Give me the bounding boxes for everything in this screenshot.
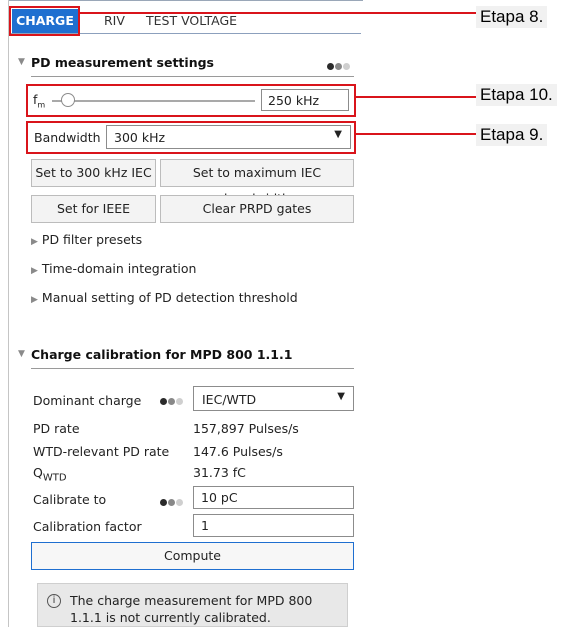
dominant-charge-dots-icon[interactable] — [160, 393, 184, 408]
section-title-pd-settings: PD measurement settings — [31, 55, 214, 70]
highlight-fm-row — [26, 84, 356, 117]
panel-left-border — [8, 0, 9, 627]
dominant-charge-select[interactable]: IEC/WTD ▼ — [193, 386, 354, 411]
section-divider — [31, 76, 354, 77]
highlight-bandwidth-row — [26, 121, 356, 154]
time-domain-integration-toggle[interactable]: ▶ Time-domain integration — [31, 261, 196, 276]
info-text-line2: 1.1.1 is not currently calibrated. — [70, 610, 271, 625]
highlight-tab-charge — [9, 6, 80, 36]
manual-threshold-toggle[interactable]: ▶ Manual setting of PD detection thresho… — [31, 290, 298, 305]
clear-prpd-gates-button[interactable]: Clear PRPD gates — [160, 195, 354, 223]
info-text-line1: The charge measurement for MPD 800 — [70, 593, 313, 608]
callout-line-etapa9 — [356, 133, 476, 135]
info-icon: i — [47, 594, 61, 608]
chevron-right-icon: ▶ — [31, 266, 38, 276]
dominant-charge-label: Dominant charge — [33, 393, 142, 408]
calibration-factor-label: Calibration factor — [33, 519, 142, 534]
pd-filter-presets-toggle[interactable]: ▶ PD filter presets — [31, 232, 142, 247]
calibration-info-box: i The charge measurement for MPD 800 1.1… — [37, 583, 348, 627]
calibrate-to-input[interactable]: 10 pC — [193, 486, 354, 509]
wtd-rate-value: 147.6 Pulses/s — [193, 444, 283, 459]
pd-settings-dots-icon[interactable] — [327, 58, 351, 73]
callout-etapa8: Etapa 8. — [476, 6, 548, 28]
chevron-right-icon: ▶ — [31, 237, 38, 247]
qwtd-value: 31.73 fC — [193, 465, 246, 480]
calibrate-to-label: Calibrate to — [33, 492, 107, 507]
section-divider — [31, 368, 354, 369]
callout-line-etapa10 — [356, 96, 476, 98]
qwtd-label: QWTD — [33, 465, 67, 484]
callout-etapa10: Etapa 10. — [476, 84, 557, 106]
set-for-ieee-button[interactable]: Set for IEEE — [31, 195, 156, 223]
calibration-factor-input[interactable]: 1 — [193, 514, 354, 537]
compute-button[interactable]: Compute — [31, 542, 354, 570]
section-collapse-icon[interactable]: ▼ — [18, 57, 25, 67]
set-max-iec-bandwidth-button[interactable]: Set to maximum IEC bandwidth — [160, 159, 354, 206]
calibrate-to-dots-icon[interactable] — [160, 494, 184, 509]
section-collapse-icon[interactable]: ▼ — [18, 349, 25, 359]
panel-top-border — [8, 0, 363, 1]
wtd-rate-label: WTD-relevant PD rate — [33, 444, 170, 459]
chevron-right-icon: ▶ — [31, 295, 38, 305]
callout-etapa9: Etapa 9. — [476, 124, 548, 146]
pd-rate-value: 157,897 Pulses/s — [193, 421, 299, 436]
set-300khz-iec-button[interactable]: Set to 300 kHz IEC — [31, 159, 156, 187]
section-title-charge-calibration: Charge calibration for MPD 800 1.1.1 — [31, 347, 293, 362]
pd-rate-label: PD rate — [33, 421, 80, 436]
callout-line-etapa8 — [80, 12, 476, 14]
chevron-down-icon: ▼ — [337, 391, 345, 402]
